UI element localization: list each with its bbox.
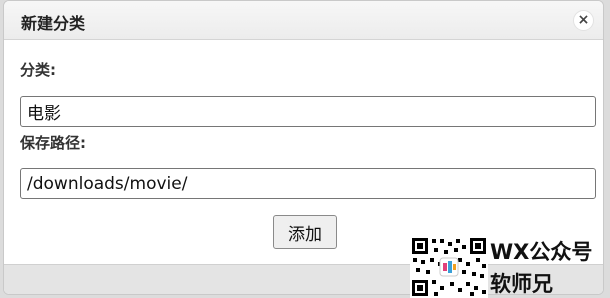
add-button[interactable]: 添加 — [273, 215, 337, 249]
save-path-input[interactable] — [20, 168, 596, 199]
close-button[interactable]: × — [573, 10, 594, 31]
watermark: WX公众号 软师兄 — [410, 236, 610, 298]
category-label: 分类: — [20, 61, 56, 79]
close-icon: × — [577, 12, 590, 28]
qr-code-icon — [410, 236, 488, 298]
category-input[interactable] — [20, 96, 596, 127]
dialog-titlebar: 新建分类 × — [4, 1, 603, 40]
save-path-label: 保存路径: — [20, 134, 86, 152]
watermark-subtitle: 软师兄 — [490, 272, 553, 296]
watermark-title: WX公众号 — [490, 240, 593, 264]
dialog-title: 新建分类 — [21, 14, 86, 33]
